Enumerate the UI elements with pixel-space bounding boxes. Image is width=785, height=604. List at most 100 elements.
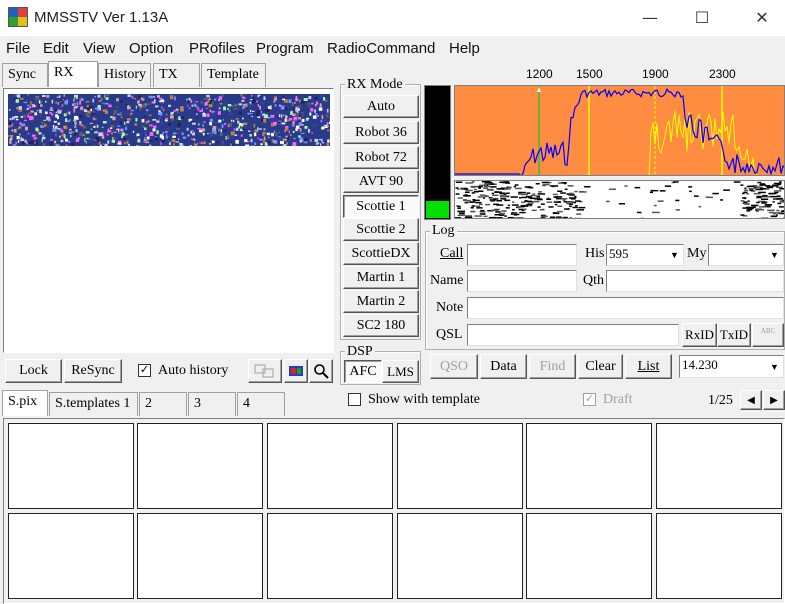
his-label: His bbox=[585, 246, 605, 261]
tab-sync[interactable]: Sync bbox=[2, 63, 48, 87]
close-icon[interactable]: ✕ bbox=[740, 4, 784, 30]
waterfall-display[interactable] bbox=[454, 180, 785, 219]
abc-spell-button[interactable]: ABC bbox=[752, 323, 784, 347]
tab-history[interactable]: History bbox=[98, 63, 151, 87]
prev-page-button[interactable]: ◀ bbox=[740, 390, 762, 410]
stock-cell[interactable] bbox=[656, 513, 782, 599]
tab-stemplates-1[interactable]: S.templates 1 bbox=[49, 392, 138, 416]
stock-cell[interactable] bbox=[397, 513, 523, 599]
note-input[interactable] bbox=[467, 297, 784, 319]
data-button[interactable]: Data bbox=[480, 354, 527, 379]
menu-profiles[interactable]: PRofiles bbox=[189, 40, 245, 57]
list-button[interactable]: List bbox=[625, 354, 672, 379]
lock-button[interactable]: Lock bbox=[5, 359, 62, 383]
rx-image-preview bbox=[8, 94, 330, 146]
stock-cell[interactable] bbox=[267, 513, 393, 599]
resync-button[interactable]: ReSync bbox=[64, 359, 122, 383]
tab-spix[interactable]: S.pix bbox=[2, 390, 48, 416]
chevron-down-icon: ▼ bbox=[766, 245, 783, 265]
menu-program[interactable]: Program bbox=[256, 40, 314, 57]
frequency-select[interactable]: 14.230 ▼ bbox=[679, 355, 784, 378]
qth-label: Qth bbox=[583, 273, 604, 288]
menu-radiocommand[interactable]: RadioCommand bbox=[327, 40, 435, 57]
stock-cell[interactable] bbox=[526, 513, 652, 599]
tab-template[interactable]: Template bbox=[201, 63, 266, 87]
mode-martin1-button[interactable]: Martin 1 bbox=[343, 266, 419, 289]
tab-rx[interactable]: RX bbox=[48, 61, 98, 87]
frequency-value: 14.230 bbox=[682, 357, 718, 372]
note-label: Note bbox=[436, 300, 464, 315]
afc-button[interactable]: AFC bbox=[344, 360, 382, 383]
mode-robot72-button[interactable]: Robot 72 bbox=[343, 146, 419, 169]
color-image-button[interactable] bbox=[284, 359, 308, 383]
tab-tx[interactable]: TX bbox=[153, 63, 200, 87]
mode-auto-button[interactable]: Auto bbox=[343, 95, 419, 118]
call-label: Call bbox=[440, 246, 464, 261]
window-title: MMSSTV Ver 1.13A bbox=[34, 9, 169, 26]
stock-cell[interactable] bbox=[397, 423, 523, 509]
color-image-icon bbox=[289, 366, 303, 376]
copy-images-button[interactable] bbox=[248, 359, 282, 383]
rxid-button[interactable]: RxID bbox=[682, 323, 717, 347]
auto-history-label: Auto history bbox=[158, 363, 229, 378]
mode-scottie1-button[interactable]: Scottie 1 bbox=[343, 195, 419, 218]
tab-stock-3[interactable]: 3 bbox=[188, 392, 236, 416]
call-input[interactable] bbox=[467, 244, 577, 266]
mode-avt90-button[interactable]: AVT 90 bbox=[343, 170, 419, 193]
qth-input[interactable] bbox=[606, 270, 784, 292]
mode-sc2180-button[interactable]: SC2 180 bbox=[343, 314, 419, 337]
magnifier-icon bbox=[314, 364, 329, 379]
his-value: 595 bbox=[609, 246, 629, 261]
title-bar: MMSSTV Ver 1.13A — ☐ ✕ bbox=[0, 0, 785, 36]
qsl-input[interactable] bbox=[467, 324, 679, 346]
stock-cell[interactable] bbox=[656, 423, 782, 509]
lms-button[interactable]: LMS bbox=[382, 360, 419, 383]
mode-robot36-button[interactable]: Robot 36 bbox=[343, 121, 419, 144]
spectrum-graph bbox=[455, 86, 784, 175]
clear-button[interactable]: Clear bbox=[578, 354, 623, 379]
txid-button[interactable]: TxID bbox=[717, 323, 751, 347]
next-page-button[interactable]: ▶ bbox=[763, 390, 785, 410]
menu-view[interactable]: View bbox=[83, 40, 115, 57]
rx-image-panel bbox=[3, 88, 334, 353]
name-input[interactable] bbox=[467, 270, 577, 292]
his-select[interactable]: 595 ▼ bbox=[606, 244, 684, 266]
freq-tick-2300: 2300 bbox=[709, 67, 736, 81]
draft-checkbox[interactable]: ✓ bbox=[583, 393, 596, 406]
menu-edit[interactable]: Edit bbox=[43, 40, 69, 57]
zoom-button[interactable] bbox=[309, 359, 333, 383]
stock-cell[interactable] bbox=[8, 423, 134, 509]
qso-button[interactable]: QSO bbox=[430, 354, 478, 379]
spectrum-display[interactable] bbox=[454, 85, 785, 176]
abc-icon: ABC bbox=[760, 327, 776, 335]
maximize-icon[interactable]: ☐ bbox=[680, 4, 724, 30]
tab-stock-2[interactable]: 2 bbox=[139, 392, 187, 416]
stock-grid bbox=[3, 418, 785, 604]
tab-stock-4[interactable]: 4 bbox=[237, 392, 285, 416]
chevron-down-icon: ▼ bbox=[666, 245, 683, 265]
menu-file[interactable]: File bbox=[6, 40, 30, 57]
menu-bar: File Edit View Option PRofiles Program R… bbox=[0, 36, 785, 60]
find-button[interactable]: Find bbox=[529, 354, 576, 379]
auto-history-checkbox[interactable]: ✓ bbox=[138, 364, 151, 377]
mode-scottie2-button[interactable]: Scottie 2 bbox=[343, 218, 419, 241]
chevron-down-icon: ▼ bbox=[766, 356, 783, 377]
show-with-template-label: Show with template bbox=[368, 392, 480, 407]
stock-cell[interactable] bbox=[137, 513, 263, 599]
app-icon bbox=[8, 7, 28, 27]
stock-cell[interactable] bbox=[526, 423, 652, 509]
dsp-label: DSP bbox=[345, 344, 375, 360]
level-meter-fill bbox=[426, 200, 449, 218]
log-label: Log bbox=[430, 223, 457, 239]
mode-scottiedx-button[interactable]: ScottieDX bbox=[343, 242, 419, 265]
mode-martin2-button[interactable]: Martin 2 bbox=[343, 290, 419, 313]
triangle-right-icon: ▶ bbox=[770, 394, 778, 406]
my-select[interactable]: ▼ bbox=[708, 244, 784, 266]
stock-cell[interactable] bbox=[8, 513, 134, 599]
show-with-template-checkbox[interactable] bbox=[348, 393, 361, 406]
menu-help[interactable]: Help bbox=[449, 40, 480, 57]
stock-cell[interactable] bbox=[137, 423, 263, 509]
menu-option[interactable]: Option bbox=[129, 40, 173, 57]
minimize-icon[interactable]: — bbox=[628, 4, 672, 30]
stock-cell[interactable] bbox=[267, 423, 393, 509]
